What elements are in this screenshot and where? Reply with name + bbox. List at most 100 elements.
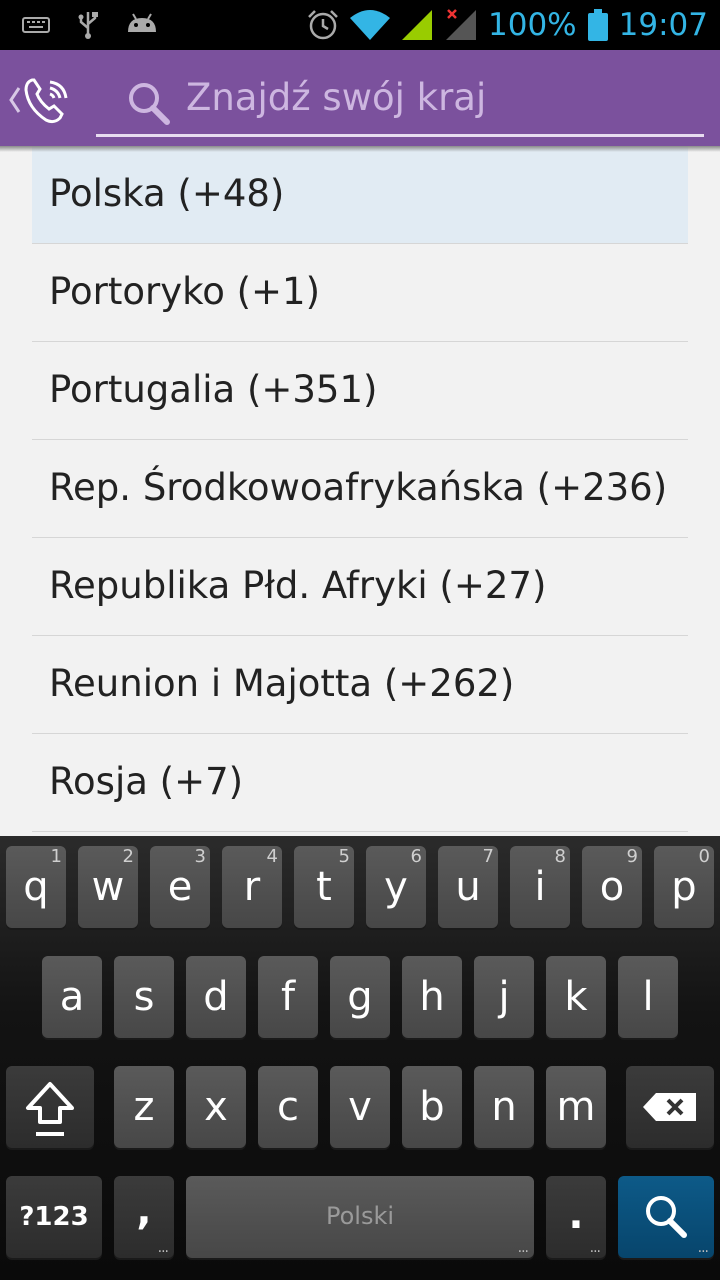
up-button[interactable]: [8, 72, 78, 128]
key-char: m: [556, 1084, 596, 1130]
key-f[interactable]: f: [258, 956, 318, 1038]
backspace-icon: [643, 1093, 696, 1121]
key-char: e: [167, 864, 193, 910]
country-label: Portoryko (+1): [49, 270, 321, 313]
key-h[interactable]: h: [402, 956, 462, 1038]
key-x[interactable]: x: [186, 1066, 246, 1148]
country-label: Portugalia (+351): [49, 368, 378, 411]
key-char: l: [642, 974, 654, 1020]
search-icon: [646, 1196, 687, 1238]
key-r[interactable]: 4r: [222, 846, 282, 928]
key-char: z: [133, 1084, 155, 1130]
key-char: f: [280, 974, 296, 1020]
key-z[interactable]: z: [114, 1066, 174, 1148]
key-char: o: [599, 864, 625, 910]
key-w[interactable]: 2w: [78, 846, 138, 928]
signal-no-service-icon: [446, 9, 477, 40]
alarm-icon: [308, 10, 338, 40]
key-char: w: [91, 864, 125, 910]
comma-char: ,: [136, 1188, 152, 1234]
key-char: t: [316, 864, 332, 910]
key-char: q: [23, 864, 49, 910]
key-char: j: [498, 974, 510, 1020]
key-i[interactable]: 8i: [510, 846, 570, 928]
country-list[interactable]: Polska (+48) Portoryko (+1) Portugalia (…: [0, 146, 720, 836]
search-input-placeholder[interactable]: Znajdź swój kraj: [186, 76, 486, 119]
viber-phone-icon: [24, 78, 68, 124]
symbols-label: ?123: [19, 1202, 89, 1232]
key-a[interactable]: a: [42, 956, 102, 1038]
space-label: Polski: [325, 1202, 395, 1230]
country-label: Republika Płd. Afryki (+27): [49, 564, 547, 607]
key-m[interactable]: m: [546, 1066, 606, 1148]
search-action-key[interactable]: ...: [618, 1176, 714, 1258]
more-keys-dots: ...: [517, 1240, 529, 1256]
key-k[interactable]: k: [546, 956, 606, 1038]
soft-keyboard: 1q 2w 3e 4r 5t 6y 7u 8i 9o 0p a s d f g …: [0, 836, 720, 1280]
key-char: k: [564, 974, 588, 1020]
symbols-key[interactable]: ?123: [6, 1176, 102, 1258]
key-p[interactable]: 0p: [654, 846, 714, 928]
action-bar-shadow: [0, 146, 720, 152]
key-s[interactable]: s: [114, 956, 174, 1038]
search-icon: [129, 83, 170, 125]
battery-icon: [587, 9, 608, 41]
key-l[interactable]: l: [618, 956, 678, 1038]
key-y[interactable]: 6y: [366, 846, 426, 928]
country-label: Polska (+48): [49, 172, 285, 215]
comma-key[interactable]: , ...: [114, 1176, 174, 1258]
key-char: r: [243, 864, 261, 910]
key-d[interactable]: d: [186, 956, 246, 1038]
key-char: n: [491, 1084, 517, 1130]
clock: 19:07: [618, 7, 708, 43]
key-q[interactable]: 1q: [6, 846, 66, 928]
list-item[interactable]: Portoryko (+1): [32, 244, 688, 342]
key-e[interactable]: 3e: [150, 846, 210, 928]
backspace-key[interactable]: [626, 1066, 714, 1148]
android-icon: [128, 13, 156, 32]
list-item[interactable]: Polska (+48): [32, 146, 688, 244]
period-key[interactable]: . ...: [546, 1176, 606, 1258]
list-item[interactable]: Republika Płd. Afryki (+27): [32, 538, 688, 636]
key-char: v: [348, 1084, 372, 1130]
key-char: u: [455, 864, 481, 910]
list-item[interactable]: Rosja (+7): [32, 734, 688, 832]
key-char: x: [204, 1084, 228, 1130]
key-char: i: [534, 864, 546, 910]
country-search-field[interactable]: Znajdź swój kraj: [96, 68, 704, 137]
status-bar: 100% 19:07: [0, 0, 720, 50]
key-j[interactable]: j: [474, 956, 534, 1038]
list-item[interactable]: Rep. Środkowoafrykańska (+236): [32, 440, 688, 538]
action-bar: Znajdź swój kraj: [0, 50, 720, 146]
list-item[interactable]: Reunion i Majotta (+262): [32, 636, 688, 734]
country-label: Rosja (+7): [49, 760, 244, 803]
key-char: g: [347, 974, 373, 1020]
key-char: y: [384, 864, 408, 910]
shift-key[interactable]: [6, 1066, 94, 1148]
key-b[interactable]: b: [402, 1066, 462, 1148]
country-label: Rep. Środkowoafrykańska (+236): [49, 466, 668, 509]
key-v[interactable]: v: [330, 1066, 390, 1148]
more-keys-dots: ...: [157, 1240, 169, 1256]
key-g[interactable]: g: [330, 956, 390, 1038]
wifi-icon: [350, 10, 391, 40]
key-o[interactable]: 9o: [582, 846, 642, 928]
shift-icon: [26, 1082, 74, 1136]
usb-icon: [78, 12, 98, 39]
key-char: b: [419, 1084, 445, 1130]
more-keys-dots: ...: [589, 1240, 601, 1256]
more-keys-dots: ...: [697, 1240, 709, 1256]
key-char: c: [277, 1084, 299, 1130]
period-char: .: [568, 1192, 584, 1238]
key-u[interactable]: 7u: [438, 846, 498, 928]
country-label: Reunion i Majotta (+262): [49, 662, 515, 705]
key-t[interactable]: 5t: [294, 846, 354, 928]
key-char: d: [203, 974, 229, 1020]
battery-percent: 100%: [488, 7, 577, 43]
list-item[interactable]: Portugalia (+351): [32, 342, 688, 440]
key-n[interactable]: n: [474, 1066, 534, 1148]
key-char: s: [133, 974, 155, 1020]
space-key[interactable]: Polski ...: [186, 1176, 534, 1258]
key-c[interactable]: c: [258, 1066, 318, 1148]
key-char: h: [419, 974, 445, 1020]
